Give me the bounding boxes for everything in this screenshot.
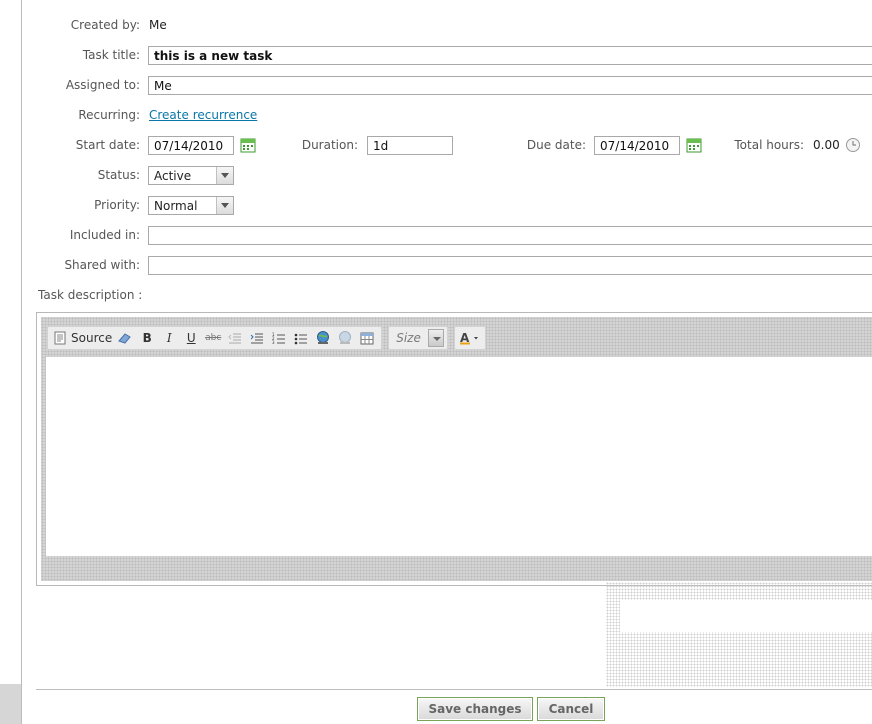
eraser-button[interactable] (114, 328, 136, 348)
unlink-icon (339, 331, 352, 344)
recurring-label: Recurring: (78, 108, 140, 122)
source-icon (54, 331, 66, 345)
editor-content-area[interactable] (46, 356, 872, 556)
underline-icon: U (186, 331, 196, 345)
source-button[interactable]: Source (51, 328, 114, 348)
created-by-label: Created by: (70, 18, 140, 32)
editor-toolbar: Source B I U abc 123 Size A (47, 325, 872, 351)
task-title-label: Task title: (82, 48, 140, 62)
link-icon (317, 331, 330, 344)
shared-with-input[interactable] (148, 256, 872, 275)
start-date-input[interactable] (148, 136, 234, 155)
task-description-label: Task description : (38, 288, 143, 302)
strikethrough-icon: abc (205, 333, 222, 343)
status-selected-value: Active (154, 169, 192, 183)
due-date-calendar-icon[interactable] (686, 137, 702, 153)
toolbar-group-color: A (454, 326, 487, 350)
background-texture (606, 582, 872, 687)
indent-button[interactable] (246, 328, 268, 348)
included-in-input[interactable] (148, 226, 872, 245)
font-color-icon: A (460, 331, 479, 345)
due-date-label: Due date: (526, 138, 586, 152)
included-in-label: Included in: (69, 228, 140, 242)
clock-icon[interactable] (845, 137, 861, 153)
priority-selected-value: Normal (154, 199, 198, 213)
priority-label: Priority: (94, 198, 140, 212)
total-hours-value: 0.00 (813, 138, 840, 152)
table-icon (360, 332, 374, 344)
bold-icon: B (142, 331, 152, 345)
source-label: Source (71, 331, 113, 345)
strikethrough-button[interactable]: abc (202, 328, 224, 348)
underline-button[interactable]: U (180, 328, 202, 348)
chevron-down-icon[interactable] (428, 329, 445, 347)
assigned-to-input[interactable] (148, 76, 872, 95)
outdent-button[interactable] (224, 328, 246, 348)
due-date-input[interactable] (594, 136, 680, 155)
assigned-to-label: Assigned to: (65, 78, 140, 92)
bulleted-list-icon (294, 333, 308, 344)
save-changes-button[interactable]: Save changes (417, 697, 533, 721)
duration-input[interactable] (367, 136, 453, 155)
link-button[interactable] (312, 328, 334, 348)
rich-text-editor: Source B I U abc 123 Size A (36, 312, 872, 586)
italic-icon: I (166, 331, 172, 345)
outdent-icon (228, 333, 242, 344)
duration-label: Duration: (301, 138, 358, 152)
create-recurrence-link[interactable]: Create recurrence (149, 108, 257, 122)
numbered-list-icon: 123 (272, 332, 286, 345)
eraser-icon (118, 333, 131, 344)
start-date-calendar-icon[interactable] (240, 137, 256, 153)
toolbar-group-size: Size (388, 326, 449, 350)
start-date-label: Start date: (75, 138, 140, 152)
left-panel-texture (0, 684, 21, 724)
footer-divider (36, 689, 872, 690)
status-select[interactable]: Active (148, 166, 234, 185)
chevron-down-icon[interactable] (216, 197, 233, 214)
task-title-input[interactable] (148, 46, 872, 65)
unlink-button[interactable] (334, 328, 356, 348)
font-size-combo[interactable]: Size (392, 328, 445, 348)
font-size-label: Size (396, 331, 421, 345)
toolbar-group-formatting: Source B I U abc 123 (47, 326, 383, 350)
chevron-down-icon[interactable] (216, 167, 233, 184)
background-panel (620, 600, 872, 632)
italic-button[interactable]: I (158, 328, 180, 348)
svg-text:3: 3 (272, 340, 275, 345)
table-button[interactable] (356, 328, 378, 348)
cancel-button[interactable]: Cancel (537, 697, 605, 721)
indent-icon (250, 333, 264, 344)
bold-button[interactable]: B (136, 328, 158, 348)
font-color-button[interactable]: A (458, 328, 482, 348)
shared-with-label: Shared with: (64, 258, 140, 272)
status-label: Status: (97, 168, 140, 182)
editor-frame: Source B I U abc 123 Size A (41, 317, 872, 581)
priority-select[interactable]: Normal (148, 196, 234, 215)
bulleted-list-button[interactable] (290, 328, 312, 348)
created-by-value: Me (149, 18, 167, 32)
left-panel-edge (0, 0, 22, 724)
total-hours-label: Total hours: (734, 138, 804, 152)
numbered-list-button[interactable]: 123 (268, 328, 290, 348)
